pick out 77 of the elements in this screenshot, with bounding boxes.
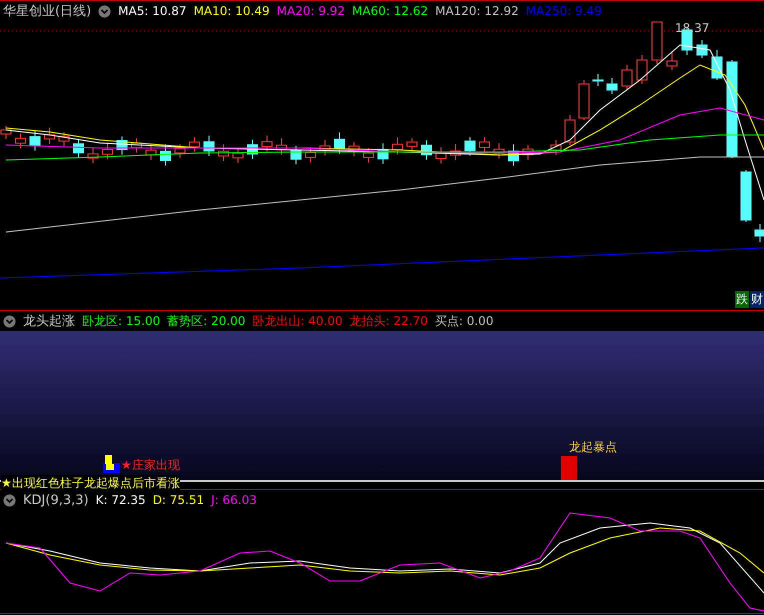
stock-title: 华星创业(日线) xyxy=(3,3,92,20)
indicator-value: 卧龙出山: 40.00 xyxy=(252,312,343,330)
candlestick xyxy=(450,144,461,161)
ma-value: MA120: 12.92 xyxy=(435,4,519,18)
candlestick xyxy=(15,132,26,149)
chevron-icon[interactable] xyxy=(3,314,16,328)
candlestick xyxy=(232,148,244,164)
candlestick xyxy=(102,142,113,160)
candlestick xyxy=(131,138,142,154)
candlestick xyxy=(262,135,272,152)
candlestick xyxy=(276,138,287,156)
candlestick xyxy=(522,144,534,160)
ma-value: MA20: 9.92 xyxy=(276,4,346,18)
candlestick xyxy=(160,144,171,166)
candlestick xyxy=(334,132,345,154)
indicator-value: 龙抬头: 22.70 xyxy=(350,312,428,330)
candlestick xyxy=(73,138,84,158)
indicator-value: 卧龙区: 15.00 xyxy=(82,312,160,330)
indicator-title: KDJ(9,3,3) xyxy=(23,492,89,508)
candlestick xyxy=(636,54,648,84)
candlestick xyxy=(378,142,388,164)
candlestick xyxy=(204,135,214,156)
candlestick xyxy=(508,144,519,166)
candlestick xyxy=(754,224,764,242)
candlestick xyxy=(174,144,186,158)
candlestick xyxy=(406,138,418,152)
candlestick xyxy=(592,74,604,86)
candlestick xyxy=(348,142,360,157)
candlestick xyxy=(464,136,476,156)
candlestick xyxy=(116,136,128,156)
indicator-title: 龙头起涨 xyxy=(23,313,75,330)
marker-label: ★庄家出现 xyxy=(121,457,180,474)
candlestick xyxy=(218,144,229,162)
indicator-value: 蓄势区: 20.00 xyxy=(167,312,246,330)
candlestick xyxy=(622,64,632,90)
indicator-value: K: 72.35 xyxy=(96,493,146,507)
candlestick xyxy=(58,132,70,147)
high-price-label: 18.37 xyxy=(675,21,710,35)
signal-bar xyxy=(561,456,577,480)
legend-text: ★出现红色柱子龙起爆点后市看涨 xyxy=(1,475,180,492)
chevron-icon[interactable] xyxy=(3,494,16,506)
candlestick xyxy=(320,139,330,156)
ma-value: MA60: 12.62 xyxy=(352,4,428,18)
candlestick xyxy=(88,147,98,164)
ma-value: MA10: 10.49 xyxy=(194,4,270,18)
chevron-icon[interactable] xyxy=(98,4,112,18)
candlestick xyxy=(363,148,374,163)
indicator-value: D: 75.51 xyxy=(152,493,204,507)
candlestick xyxy=(44,127,55,144)
candlestick xyxy=(550,140,562,156)
candlestick xyxy=(189,136,200,152)
candlestick xyxy=(578,80,590,120)
candlestick xyxy=(564,114,576,146)
candlestick xyxy=(740,170,752,222)
candlestick xyxy=(421,140,432,160)
candlestick xyxy=(305,147,316,163)
burst-label: 龙起暴点 xyxy=(569,439,617,456)
ma-value: MA250: 9.49 xyxy=(526,4,602,18)
signal-marker-icon xyxy=(103,455,120,473)
candlestick xyxy=(290,145,302,165)
candlestick xyxy=(606,78,618,94)
signal-badge[interactable]: 跌 xyxy=(735,291,749,308)
ma-value: MA5: 10.87 xyxy=(118,4,187,18)
signal-badge[interactable]: 财 xyxy=(750,291,764,308)
candlestick xyxy=(666,52,678,70)
candlestick xyxy=(696,40,708,58)
indicator-value: 买点: 0.00 xyxy=(434,312,494,330)
candlestick xyxy=(30,130,40,152)
candlestick xyxy=(247,139,258,160)
candlestick xyxy=(652,22,662,64)
candlestick xyxy=(712,50,722,80)
candlestick xyxy=(494,142,504,159)
indicator-value: J: 66.03 xyxy=(211,493,257,507)
candlestick xyxy=(479,136,490,153)
candlestick xyxy=(392,136,403,155)
candlestick xyxy=(436,146,446,164)
candlestick xyxy=(146,144,156,160)
